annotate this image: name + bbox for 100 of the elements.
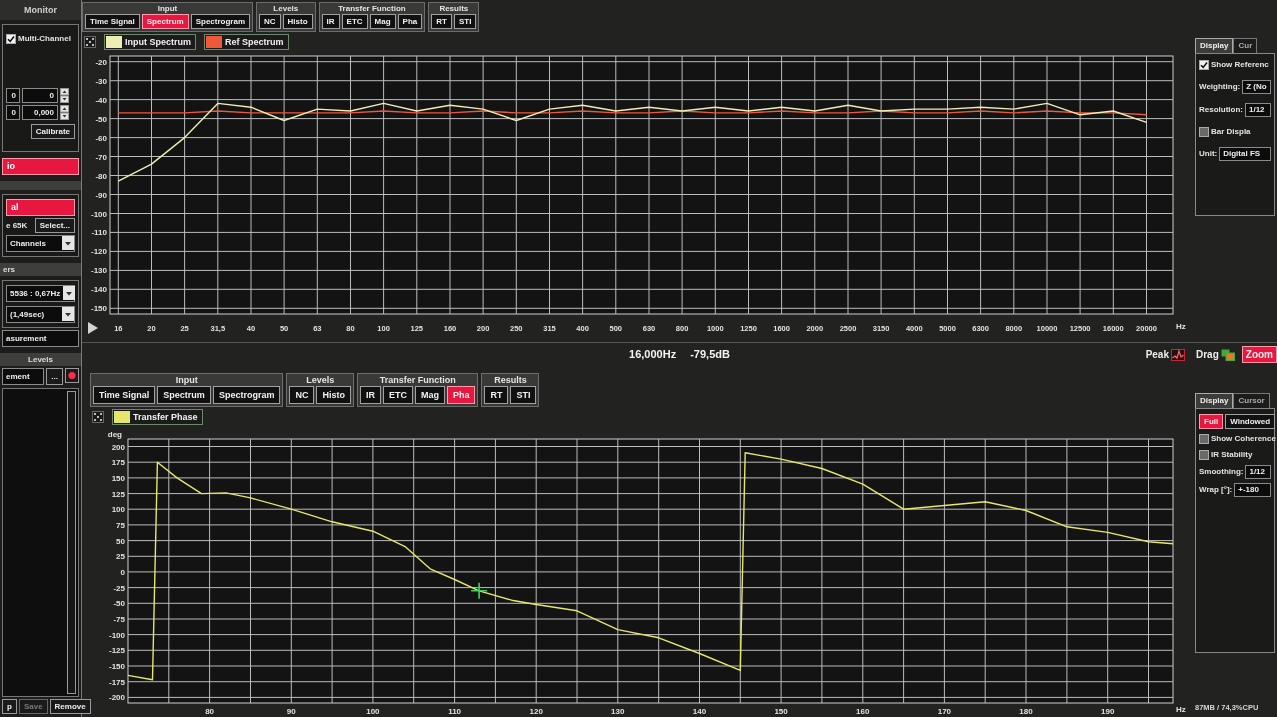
number-field[interactable]: 0 xyxy=(6,88,20,103)
view-tab[interactable]: Mag xyxy=(369,14,396,29)
dots-icon[interactable] xyxy=(84,36,96,48)
input-field[interactable]: 1/12 xyxy=(1245,465,1271,479)
group-header: Results xyxy=(438,3,470,14)
checkbox[interactable] xyxy=(1199,434,1209,444)
view-tab[interactable]: IR xyxy=(359,386,381,404)
view-tab[interactable]: Spectrum xyxy=(141,14,189,29)
cursor-frequency: 16,000Hz xyxy=(629,347,677,363)
checkbox-label: IR Stability xyxy=(1211,449,1253,461)
group-header: Transfer Function xyxy=(337,3,407,14)
more-button[interactable]: ... xyxy=(46,368,63,385)
axis-tick-label: -60 xyxy=(95,133,107,143)
axis-tick-label: -150 xyxy=(91,304,107,314)
input-field[interactable]: Z (No xyxy=(1242,80,1271,94)
record-icon[interactable] xyxy=(65,368,79,383)
axis-tick-label: -40 xyxy=(95,95,107,105)
toggle-button[interactable]: io xyxy=(2,158,79,175)
calibrate-button[interactable]: Calibrate xyxy=(30,124,75,139)
axis-tick-label: 160 xyxy=(856,707,870,716)
checkbox[interactable] xyxy=(6,34,16,44)
axis-tick-label: 100 xyxy=(111,505,125,515)
axis-tick-label: -50 xyxy=(95,114,107,124)
view-tab[interactable]: Histo xyxy=(282,14,313,29)
view-tab[interactable]: Histo xyxy=(316,386,351,404)
view-tab[interactable]: RT xyxy=(431,14,452,29)
spinner-icon[interactable] xyxy=(60,105,69,120)
number-field[interactable]: 0 xyxy=(22,88,58,103)
axis-tick-label: 200 xyxy=(111,442,125,452)
view-tab[interactable]: NC xyxy=(289,386,315,404)
list-action-button[interactable]: p xyxy=(2,699,17,714)
axis-tick-label: -90 xyxy=(95,190,107,200)
toggle-button[interactable]: al xyxy=(6,199,75,216)
view-tab[interactable]: Spectrogram xyxy=(212,386,281,404)
axis-tick-label: -100 xyxy=(109,630,125,640)
checkbox-label: Multi-Channel xyxy=(18,33,71,45)
view-tab[interactable]: IR xyxy=(321,14,340,29)
view-tab[interactable]: Pha xyxy=(397,14,423,29)
panel-tab[interactable]: Display xyxy=(1195,38,1234,53)
cursor-level: -79,5dB xyxy=(690,347,730,363)
axis-tick-label: -130 xyxy=(91,266,107,276)
mode-button[interactable]: Windowed xyxy=(1225,414,1276,429)
view-tab[interactable]: ETC xyxy=(382,386,413,404)
panel-tab[interactable]: Cursor xyxy=(1233,393,1270,408)
input-field[interactable]: ement xyxy=(2,368,45,385)
axis-tick-label: 80 xyxy=(205,707,215,716)
dropdown[interactable]: 5536 : 0,67Hz xyxy=(6,285,75,302)
axis-tick-label: -110 xyxy=(91,228,107,238)
legend-item[interactable]: Ref Spectrum xyxy=(204,34,289,50)
input-field[interactable]: 1/12 xyxy=(1245,103,1271,117)
axis-tick-label: -120 xyxy=(91,247,107,257)
axis-tick-label: -200 xyxy=(109,693,125,703)
tool-button[interactable]: Drag xyxy=(1192,346,1239,363)
field-label: Unit: xyxy=(1199,148,1218,160)
axis-tick-label: -140 xyxy=(91,285,107,295)
view-tab[interactable]: Time Signal xyxy=(93,386,156,404)
checkbox[interactable] xyxy=(1199,450,1209,460)
view-tab[interactable]: RT xyxy=(484,386,509,404)
input-field[interactable]: Digital FS xyxy=(1219,147,1271,161)
section-header: Levels xyxy=(0,353,81,366)
checkbox-label: Show Coherence xyxy=(1211,433,1276,445)
crosshair-cursor-icon xyxy=(470,582,488,600)
number-field[interactable]: 0,000 xyxy=(22,105,58,120)
input-field[interactable]: asurement xyxy=(2,330,79,347)
plot-area[interactable] xyxy=(109,55,1174,315)
axis-tick-label: 90 xyxy=(286,707,296,716)
checkbox[interactable] xyxy=(1199,127,1209,137)
tool-button[interactable]: Zoom xyxy=(1241,346,1277,363)
axis-tick-label: 190 xyxy=(1101,707,1115,716)
list-action-button[interactable]: Remove xyxy=(49,699,91,714)
select-button[interactable]: Select... xyxy=(34,218,75,233)
view-tab[interactable]: Time Signal xyxy=(85,14,140,29)
view-tab[interactable]: Spectrum xyxy=(157,386,211,404)
dropdown[interactable]: Channels xyxy=(6,235,75,252)
legend-item[interactable]: Transfer Phase xyxy=(112,409,203,425)
view-tab[interactable]: Spectrogram xyxy=(190,14,251,29)
panel-tab[interactable]: Cur xyxy=(1233,38,1258,53)
group-header: Results xyxy=(493,374,528,386)
view-tab[interactable]: ETC xyxy=(341,14,368,29)
group-header: Input xyxy=(174,374,199,386)
view-tab[interactable]: Mag xyxy=(414,386,445,404)
number-field[interactable]: 0 xyxy=(6,105,20,120)
scrollbar[interactable] xyxy=(67,391,76,694)
tool-button[interactable]: Peak xyxy=(1141,346,1189,363)
checkbox[interactable] xyxy=(1199,60,1209,70)
legend-item[interactable]: Input Spectrum xyxy=(104,34,196,50)
view-tab[interactable]: Pha xyxy=(446,386,476,404)
view-tab[interactable]: STI xyxy=(510,386,537,404)
field-label: Smoothing: xyxy=(1199,466,1244,478)
view-tab[interactable]: STI xyxy=(453,14,477,29)
play-icon[interactable] xyxy=(88,322,98,334)
panel-tab[interactable]: Display xyxy=(1195,393,1234,408)
axis-unit-label: deg xyxy=(107,430,122,439)
mode-button[interactable]: Full xyxy=(1199,414,1224,429)
group-header: Transfer Function xyxy=(378,374,457,386)
view-tab[interactable]: NC xyxy=(259,14,281,29)
dropdown[interactable]: (1,49sec) xyxy=(6,306,75,323)
dots-icon[interactable] xyxy=(92,411,104,423)
spinner-icon[interactable] xyxy=(60,88,69,103)
input-field[interactable]: +-180 xyxy=(1234,483,1271,497)
